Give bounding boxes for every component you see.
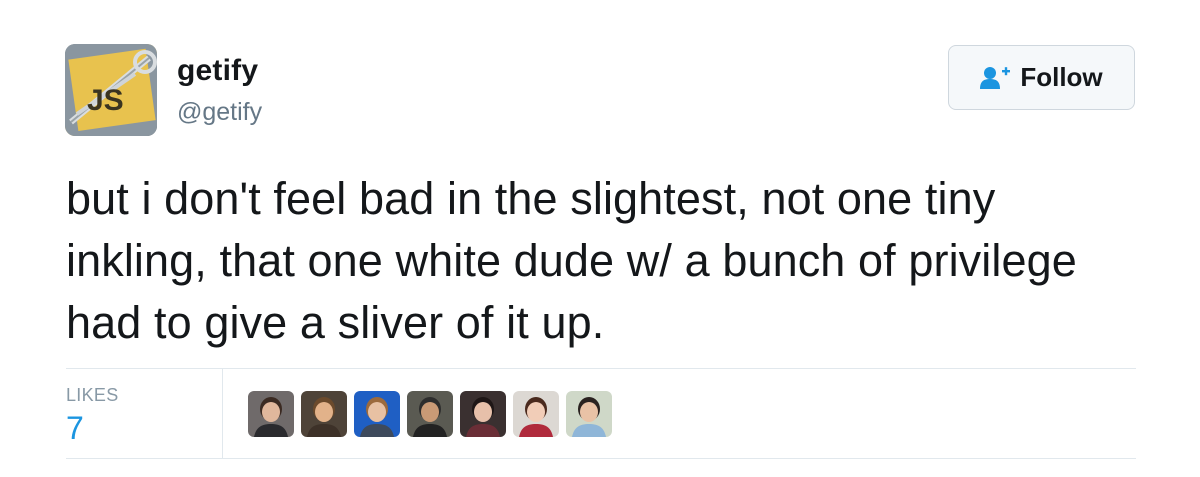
user-avatar-icon — [513, 391, 559, 437]
user-avatar-icon — [566, 391, 612, 437]
js-safety-pin-avatar-icon: JS — [65, 44, 157, 136]
liker-avatar[interactable] — [460, 391, 506, 437]
tweet-text: but i don't feel bad in the slightest, n… — [66, 173, 1077, 348]
author-name[interactable]: getify — [177, 54, 258, 88]
user-avatar-icon — [301, 391, 347, 437]
follow-label: Follow — [1020, 62, 1103, 92]
likes-label: LIKES — [66, 385, 119, 405]
user-avatar-icon — [248, 391, 294, 437]
liker-avatar[interactable] — [513, 391, 559, 437]
liker-avatar[interactable] — [301, 391, 347, 437]
liker-avatar[interactable] — [248, 391, 294, 437]
user-avatar-icon — [407, 391, 453, 437]
likers-list — [248, 391, 612, 437]
liker-avatar[interactable] — [354, 391, 400, 437]
svg-text:JS: JS — [87, 84, 124, 117]
author-handle[interactable]: @getify — [177, 98, 262, 127]
follow-button[interactable]: Follow — [948, 45, 1135, 110]
tweet-card: JS getify @getify Follow but i don't fee… — [0, 0, 1200, 477]
user-avatar-icon — [354, 391, 400, 437]
add-user-icon — [980, 66, 1011, 90]
stats-vertical-divider — [222, 369, 223, 458]
stats-top-divider — [66, 368, 1136, 369]
liker-avatar[interactable] — [566, 391, 612, 437]
user-avatar-icon — [460, 391, 506, 437]
stats-bottom-divider — [66, 458, 1136, 459]
liker-avatar[interactable] — [407, 391, 453, 437]
likes-count[interactable]: 7 — [66, 410, 84, 447]
author-avatar[interactable]: JS — [65, 44, 157, 136]
